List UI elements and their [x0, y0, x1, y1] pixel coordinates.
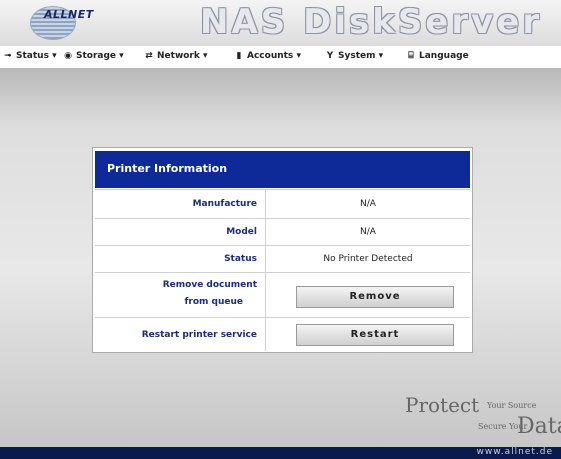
app-header: ALLNET NAS DiskServer — [0, 0, 561, 46]
nav-storage[interactable]: ◉ Storage ▾ — [62, 51, 124, 61]
status-icon: ➟ — [4, 51, 12, 61]
app-title: NAS DiskServer — [200, 2, 543, 42]
network-icon: ⇄ — [145, 51, 153, 61]
accounts-icon: ▮ — [236, 51, 242, 61]
restart-button[interactable]: Restart — [296, 324, 454, 346]
main-nav: ➟ Status ▾ ◉ Storage ▾ ⇄ Network ▾ ▮ Account… — [0, 46, 561, 68]
protect-text: Protect — [405, 393, 480, 417]
status-value: No Printer Detected — [323, 254, 413, 264]
remove-button[interactable]: Remove — [296, 286, 454, 308]
chevron-down-icon: ▾ — [378, 51, 384, 61]
footer-bar: www.allnet.de — [0, 447, 561, 459]
nav-storage-label: Storage — [76, 51, 117, 61]
nav-language-label: Language — [419, 51, 469, 61]
chevron-down-icon: ▾ — [203, 51, 208, 61]
chevron-down-icon: ▾ — [52, 51, 57, 61]
nav-accounts[interactable]: ▮ Accounts ▾ — [233, 51, 301, 61]
allnet-logo: ALLNET — [30, 4, 130, 40]
row-model: Model N/A — [95, 218, 470, 245]
nav-accounts-label: Accounts — [247, 51, 294, 61]
model-label: Model — [95, 219, 266, 245]
brand-name: ALLNET — [44, 8, 94, 21]
manufacture-label: Manufacture — [95, 190, 266, 218]
nav-status-label: Status — [16, 51, 49, 61]
protect-your-data-branding: Protect Your Source Secure Your Data — [405, 393, 561, 443]
nav-system[interactable]: Y System ▾ — [324, 51, 383, 61]
nav-language[interactable]: ⌸ Language — [405, 51, 469, 61]
footer-url: www.allnet.de — [476, 447, 553, 457]
printer-info-panel: Printer Information Manufacture N/A Mode… — [92, 147, 473, 353]
storage-icon: ◉ — [64, 51, 72, 61]
row-status: Status No Printer Detected — [95, 245, 470, 272]
panel-header: Printer Information — [95, 151, 470, 188]
language-icon: ⌸ — [408, 51, 414, 61]
nav-network-label: Network — [157, 51, 200, 61]
nav-network[interactable]: ⇄ Network ▾ — [143, 51, 208, 61]
system-icon: Y — [326, 51, 334, 61]
restart-label: Restart printer service — [95, 318, 266, 351]
row-manufacture: Manufacture N/A — [95, 189, 470, 218]
chevron-down-icon: ▾ — [296, 51, 301, 61]
status-label: Status — [95, 246, 266, 272]
model-value: N/A — [360, 227, 376, 237]
nav-system-label: System — [338, 51, 376, 61]
data-text: Data — [517, 414, 561, 439]
nav-status[interactable]: ➟ Status ▾ — [2, 51, 57, 61]
panel-title: Printer Information — [107, 162, 228, 175]
manufacture-value: N/A — [360, 199, 376, 209]
your-source-text: Your Source — [487, 401, 537, 410]
remove-label: Remove document from queue — [95, 273, 266, 317]
chevron-down-icon: ▾ — [119, 51, 124, 61]
